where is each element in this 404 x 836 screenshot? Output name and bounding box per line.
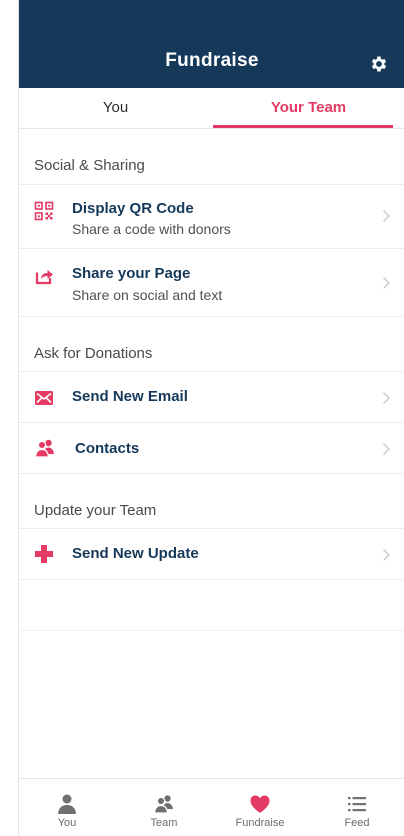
- item-title: Send New Email: [72, 388, 188, 405]
- tab-you[interactable]: You: [19, 88, 212, 128]
- qr-code-icon: [34, 201, 54, 221]
- section-title: Ask for Donations: [34, 345, 153, 362]
- section-header-update: Update your Team: [19, 474, 404, 529]
- nav-label: Fundraise: [235, 817, 285, 829]
- team-icon: [153, 795, 173, 814]
- list-item-send-email[interactable]: Send New Email: [19, 372, 404, 423]
- share-icon: [35, 270, 53, 285]
- chevron-right-icon: [382, 391, 391, 405]
- app-frame: Fundraise You Your Team Social & Sharing: [18, 0, 404, 836]
- divider: [19, 630, 404, 631]
- section-header-donations: Ask for Donations: [19, 317, 404, 372]
- list-item-share-page[interactable]: Share your Page Share on social and text: [19, 249, 404, 317]
- nav-label: Team: [150, 817, 178, 829]
- list-item-send-update[interactable]: Send New Update: [19, 529, 404, 580]
- bottom-nav: You Team Fundraise Feed: [19, 778, 404, 836]
- item-subtitle: Share a code with donors: [72, 221, 231, 237]
- list-item-contacts[interactable]: Contacts: [19, 423, 404, 474]
- contacts-icon: [34, 439, 54, 458]
- list-item-display-qr[interactable]: Display QR Code Share a code with donors: [19, 185, 404, 249]
- item-title: Display QR Code: [72, 200, 194, 217]
- section-title: Social & Sharing: [34, 157, 145, 174]
- tab-your-team[interactable]: Your Team: [212, 88, 404, 128]
- nav-team[interactable]: Team: [116, 779, 212, 836]
- nav-feed[interactable]: Feed: [309, 779, 404, 836]
- nav-you[interactable]: You: [19, 779, 115, 836]
- chevron-right-icon: [382, 548, 391, 562]
- chevron-right-icon: [382, 276, 391, 290]
- tab-bar: You Your Team: [19, 88, 404, 129]
- item-title: Share your Page: [72, 265, 191, 282]
- plus-icon: [35, 545, 53, 563]
- heart-icon: [250, 795, 270, 813]
- chevron-right-icon: [382, 209, 391, 223]
- section-title: Update your Team: [34, 502, 157, 519]
- nav-label: Feed: [344, 817, 370, 829]
- chevron-right-icon: [382, 442, 391, 456]
- item-subtitle: Share on social and text: [72, 287, 223, 303]
- person-icon: [58, 794, 76, 814]
- section-header-social: Social & Sharing: [19, 129, 404, 185]
- active-tab-indicator: [213, 125, 393, 128]
- item-title: Send New Update: [72, 545, 199, 562]
- page-title: Fundraise: [165, 50, 259, 71]
- nav-label: You: [57, 817, 77, 829]
- envelope-icon: [35, 391, 53, 405]
- list-icon: [348, 797, 366, 812]
- item-title: Contacts: [75, 440, 140, 457]
- gear-icon[interactable]: [369, 54, 389, 74]
- nav-fundraise[interactable]: Fundraise: [212, 779, 308, 836]
- app-header: Fundraise: [19, 0, 404, 88]
